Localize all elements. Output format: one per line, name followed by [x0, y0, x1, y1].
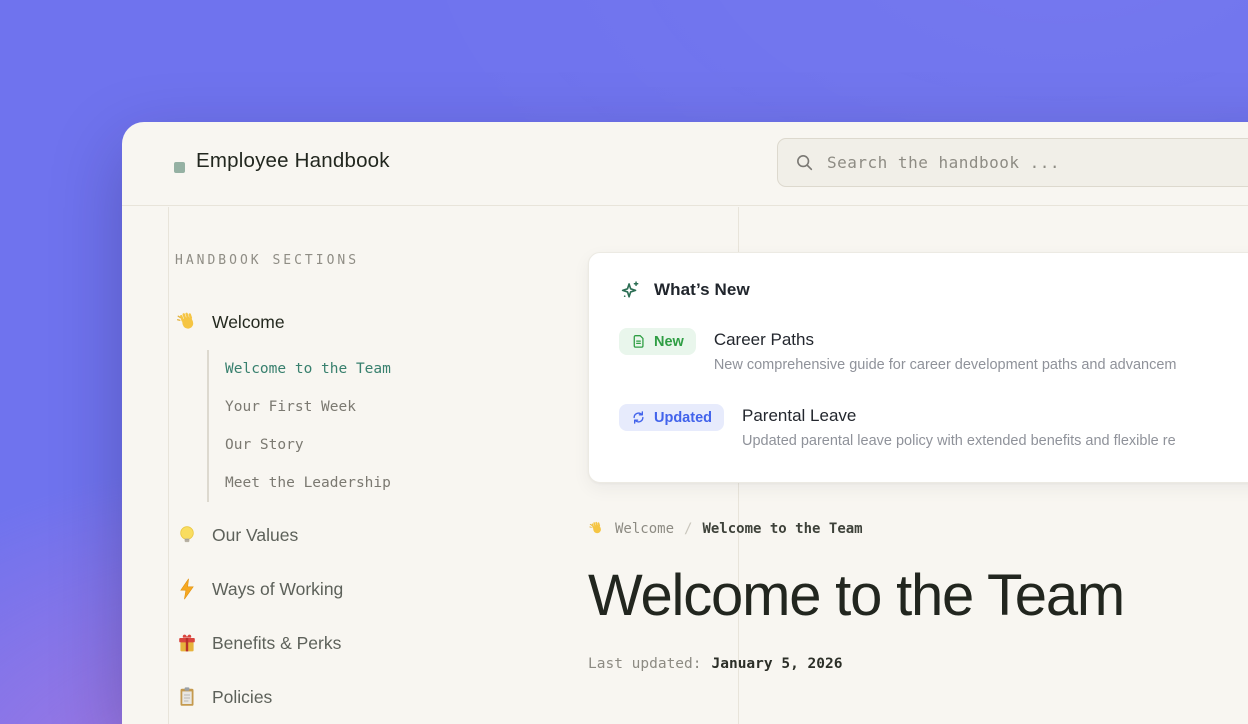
sidebar-section-label: HANDBOOK SECTIONS: [175, 253, 359, 268]
news-item-title: Career Paths: [714, 330, 1177, 350]
whats-new-title: What’s New: [654, 280, 750, 300]
breadcrumb: Welcome / Welcome to the Team: [588, 520, 1248, 537]
app-window: Employee Handbook HANDBOOK SECTIONS Welc…: [122, 122, 1248, 724]
search-input[interactable]: [827, 153, 1248, 172]
news-item-title: Parental Leave: [742, 406, 1176, 426]
sidebar-item-policies[interactable]: Policies: [175, 685, 272, 709]
wave-hand-icon: [588, 520, 605, 537]
updated-badge: Updated: [619, 404, 724, 431]
news-text: Career Paths New comprehensive guide for…: [714, 328, 1177, 373]
refresh-icon: [631, 410, 646, 425]
desktop-background: { "app": { "title": "Employee Handbook" …: [0, 0, 1248, 724]
last-updated-label: Last updated:: [588, 656, 702, 672]
subnav-item-welcome-to-the-team[interactable]: Welcome to the Team: [225, 350, 391, 388]
sidebar-item-label: Benefits & Perks: [212, 631, 341, 655]
subnav-item-our-story[interactable]: Our Story: [225, 426, 391, 464]
news-text: Parental Leave Updated parental leave po…: [742, 404, 1176, 449]
news-item-description: Updated parental leave policy with exten…: [742, 433, 1176, 449]
app-logo: [174, 162, 185, 173]
last-updated: Last updated: January 5, 2026: [588, 656, 1248, 672]
subnav-item-your-first-week[interactable]: Your First Week: [225, 388, 391, 426]
app-title: Employee Handbook: [196, 149, 390, 173]
wave-hand-icon: [175, 310, 199, 334]
sidebar-item-label: Our Values: [212, 523, 298, 547]
search-box[interactable]: [777, 138, 1248, 187]
search-icon: [795, 153, 814, 172]
sidebar-item-label: Policies: [212, 685, 272, 709]
breadcrumb-separator: /: [684, 521, 692, 537]
lightning-bolt-icon: [175, 577, 199, 601]
page-title: Welcome to the Team: [588, 566, 1248, 627]
sidebar-item-benefits-perks[interactable]: Benefits & Perks: [175, 631, 341, 655]
clipboard-icon: [175, 685, 199, 709]
whats-new-header: What’s New: [619, 279, 1248, 301]
sidebar-item-ways-of-working[interactable]: Ways of Working: [175, 577, 343, 601]
breadcrumb-current[interactable]: Welcome to the Team: [702, 521, 862, 537]
whats-new-card: What’s New New Career Paths New comprehe…: [588, 252, 1248, 483]
sidebar-subnav-welcome: Welcome to the Team Your First Week Our …: [207, 350, 391, 502]
sidebar-item-our-values[interactable]: Our Values: [175, 523, 298, 547]
gift-icon: [175, 631, 199, 655]
news-item-description: New comprehensive guide for career devel…: [714, 357, 1177, 373]
subnav-item-meet-the-leadership[interactable]: Meet the Leadership: [225, 464, 391, 502]
document-icon: [631, 334, 646, 349]
light-bulb-icon: [175, 523, 199, 547]
news-item-career-paths[interactable]: New Career Paths New comprehensive guide…: [619, 328, 1248, 373]
sidebar-item-label: Welcome: [212, 310, 285, 334]
last-updated-value: January 5, 2026: [712, 656, 843, 672]
breadcrumb-section[interactable]: Welcome: [615, 521, 674, 537]
sparkles-icon: [619, 279, 641, 301]
app-header: Employee Handbook: [122, 122, 1248, 206]
badge-label: Updated: [654, 410, 712, 426]
badge-label: New: [654, 334, 684, 350]
sidebar-item-welcome[interactable]: Welcome: [175, 310, 285, 334]
new-badge: New: [619, 328, 696, 355]
sidebar-item-label: Ways of Working: [212, 577, 343, 601]
main-content: What’s New New Career Paths New comprehe…: [588, 206, 1248, 672]
news-item-parental-leave[interactable]: Updated Parental Leave Updated parental …: [619, 404, 1248, 449]
sidebar-gutter-divider: [168, 207, 169, 724]
